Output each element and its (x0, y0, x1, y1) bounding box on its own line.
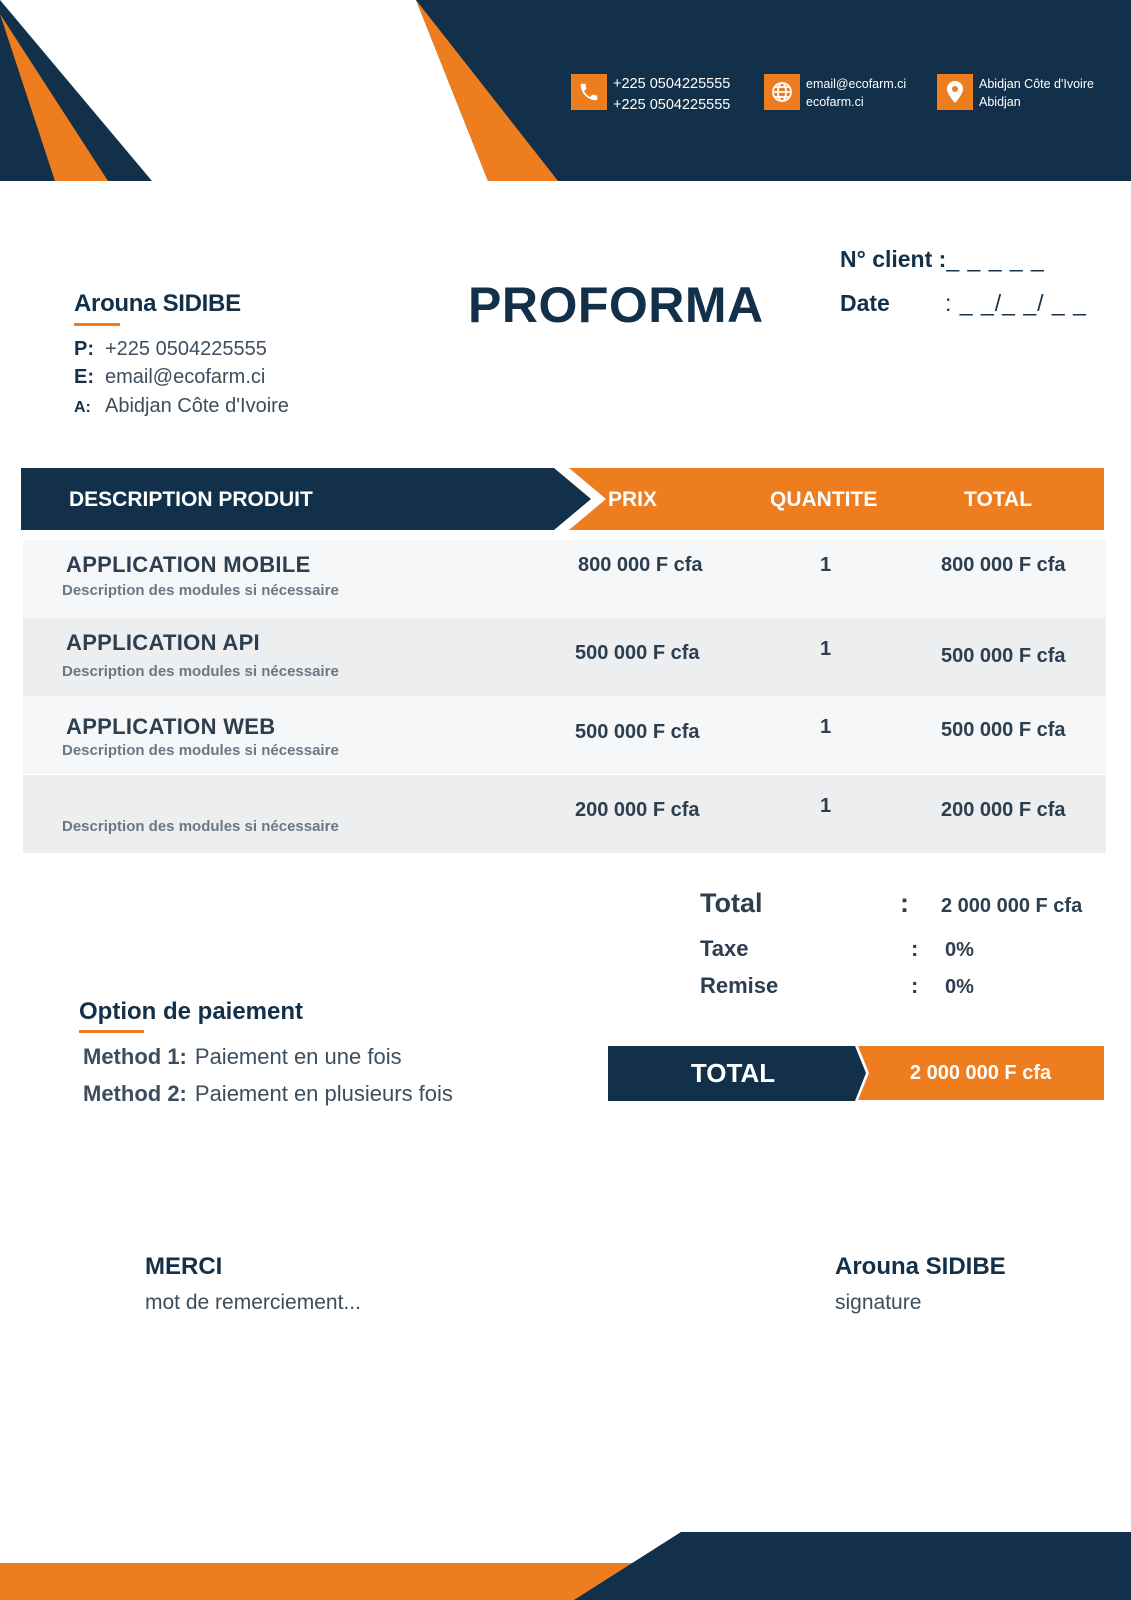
summary-total-label: Total (700, 888, 763, 918)
client-address-row: A: Abidjan Côte d'Ivoire (74, 395, 289, 418)
client-address: Abidjan Côte d'Ivoire (105, 395, 289, 417)
product-price: 500 000 F cfa (575, 721, 700, 743)
column-header-description: DESCRIPTION PRODUIT (69, 488, 313, 511)
header-website: ecofarm.ci (806, 95, 864, 109)
document-title: PROFORMA (468, 277, 764, 333)
product-quantity: 1 (820, 716, 832, 738)
table-row: APPLICATION API Description des modules … (23, 618, 1106, 696)
signer-name: Arouna SIDIBE (835, 1253, 1006, 1280)
summary-discount-colon: : (911, 973, 919, 998)
date-value: : _ _/_ _/ _ _ (945, 290, 1087, 316)
table-row: APPLICATION MOBILE Description des modul… (23, 540, 1106, 618)
client-name-underline (74, 323, 120, 326)
header-web: email@ecofarm.ci ecofarm.ci (764, 74, 906, 111)
grand-total-value: 2 000 000 F cfa (909, 1062, 1052, 1084)
payment-method-1-key: Method 1: (83, 1044, 187, 1069)
payment-method-2: Method 2: Paiement en plusieurs fois (83, 1081, 453, 1107)
payment-method-2-key: Method 2: (83, 1081, 187, 1106)
footer-decoration (0, 1532, 1131, 1600)
payment-options-underline (79, 1030, 144, 1033)
product-total: 800 000 F cfa (941, 554, 1066, 576)
product-description: Description des modules si nécessaire (62, 663, 339, 680)
header-address: Abidjan Côte d'Ivoire Abidjan (937, 74, 1094, 111)
phone-icon (571, 74, 607, 110)
summary-total-row: Total : 2 000 000 F cfa (700, 888, 1082, 919)
header-address-2: Abidjan (979, 95, 1021, 109)
grand-total-label: TOTAL (690, 1058, 776, 1088)
product-quantity: 1 (820, 795, 832, 817)
header-phone-2: +225 0504225555 (613, 97, 731, 113)
column-header-quantity: QUANTITE (770, 488, 878, 511)
product-total: 200 000 F cfa (941, 799, 1066, 821)
payment-method-2-text: Paiement en plusieurs fois (194, 1081, 453, 1106)
summary-tax-row: Taxe : 0% (700, 936, 974, 962)
header-address-1: Abidjan Côte d'Ivoire (979, 77, 1094, 91)
product-description: Description des modules si nécessaire (62, 818, 339, 835)
product-name: APPLICATION API (66, 630, 260, 655)
product-description: Description des modules si nécessaire (62, 742, 339, 759)
payment-options-title: Option de paiement (79, 998, 304, 1025)
payment-method-1-text: Paiement en une fois (194, 1044, 402, 1069)
client-number-value: _ _ _ _ _ (946, 246, 1045, 272)
client-number-label: N° client : (840, 246, 947, 272)
summary-total-colon: : (900, 888, 909, 918)
product-description: Description des modules si nécessaire (62, 582, 339, 599)
column-header-total: TOTAL (964, 488, 1033, 511)
summary-tax-colon: : (911, 936, 919, 961)
product-price: 500 000 F cfa (575, 642, 700, 664)
product-name: APPLICATION WEB (66, 714, 276, 739)
client-email-key: E: (74, 366, 94, 388)
product-quantity: 1 (820, 554, 832, 576)
header-phone: +225 0504225555 +225 0504225555 (571, 74, 730, 116)
payment-method-1: Method 1: Paiement en une fois (83, 1044, 402, 1070)
client-number-row: N° client : _ _ _ _ _ (840, 246, 1045, 273)
summary-tax-label: Taxe (700, 936, 749, 961)
client-phone: +225 0504225555 (105, 338, 267, 360)
product-quantity: 1 (820, 638, 832, 660)
product-price: 200 000 F cfa (575, 799, 700, 821)
client-phone-row: P: +225 0504225555 (74, 338, 267, 361)
globe-icon (764, 74, 800, 110)
date-label: Date (840, 290, 890, 316)
header-email: email@ecofarm.ci (806, 77, 907, 91)
summary-discount-value: 0% (945, 976, 974, 998)
client-email-row: E: email@ecofarm.ci (74, 366, 265, 389)
client-address-key: A: (74, 399, 91, 416)
footer-orange-band (0, 1563, 640, 1600)
product-total: 500 000 F cfa (941, 719, 1066, 741)
location-pin-icon (937, 74, 973, 110)
header-phone-1: +225 0504225555 (613, 76, 731, 92)
table-row: Description des modules si nécessaire 20… (23, 775, 1106, 853)
client-phone-key: P: (74, 338, 94, 360)
summary-discount-label: Remise (700, 973, 779, 998)
thanks-text: mot de remerciement... (145, 1291, 361, 1314)
column-header-price: PRIX (608, 488, 658, 511)
summary-tax-value: 0% (945, 939, 974, 961)
table-row: APPLICATION WEB Description des modules … (23, 696, 1106, 774)
footer-navy-band (574, 1532, 1131, 1600)
summary-discount-row: Remise : 0% (700, 973, 974, 999)
client-email: email@ecofarm.ci (105, 366, 266, 388)
client-name: Arouna SIDIBE (74, 290, 241, 317)
signature-label: signature (835, 1291, 922, 1314)
summary-total-value: 2 000 000 F cfa (941, 895, 1083, 917)
thanks-title: MERCI (145, 1253, 223, 1280)
product-price: 800 000 F cfa (578, 554, 703, 576)
product-total: 500 000 F cfa (941, 645, 1066, 667)
date-row: Date : _ _/_ _/ _ _ (840, 290, 1087, 317)
product-name: APPLICATION MOBILE (66, 552, 311, 577)
